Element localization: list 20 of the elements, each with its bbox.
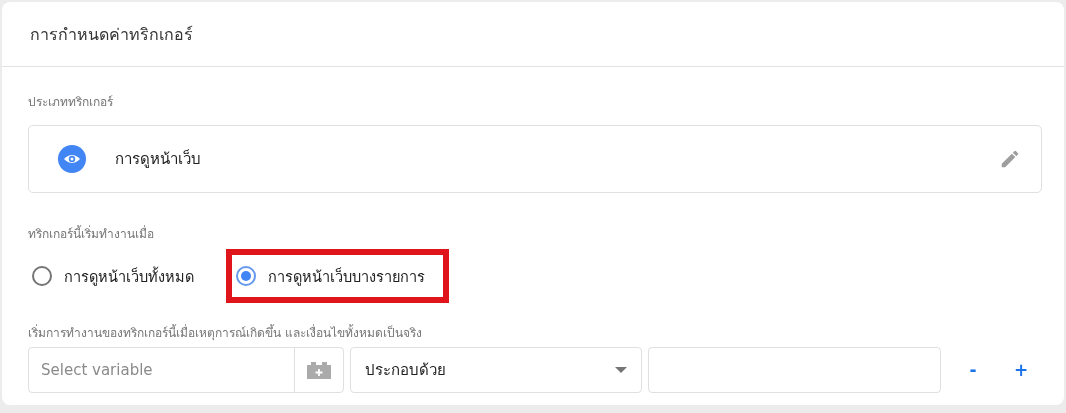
trigger-type-name: การดูหน้าเว็บ bbox=[115, 148, 202, 170]
radio-label[interactable]: การดูหน้าเว็บทั้งหมด bbox=[64, 264, 194, 288]
value-field[interactable] bbox=[648, 347, 941, 393]
operator-dropdown[interactable]: ประกอบด้วย bbox=[350, 347, 642, 393]
section-label: ประเภททริกเกอร์ bbox=[28, 94, 114, 111]
edit-icon[interactable] bbox=[999, 148, 1021, 170]
variable-field[interactable]: Select variable bbox=[28, 347, 344, 393]
panel-title: การกำหนดค่าทริกเกอร์ bbox=[30, 23, 193, 46]
section-label: ทริกเกอร์นี้เริ่มทำงานเมื่อ bbox=[28, 224, 155, 243]
eye-icon bbox=[57, 144, 87, 174]
radio-label[interactable]: การดูหน้าเว็บบางรายการ bbox=[268, 264, 425, 288]
radio-button[interactable] bbox=[32, 266, 52, 286]
trigger-type-card[interactable]: การดูหน้าเว็บ bbox=[28, 125, 1042, 193]
dropdown-caret-icon bbox=[615, 367, 627, 373]
section-label: เริ่มการทำงานของทริกเกอร์นี้เมื่อเหตุการณ์เกิดขึ้น และเงื่อนไขทั้งหมดเป็นจริง bbox=[28, 323, 423, 342]
add-condition-button[interactable]: + bbox=[1007, 360, 1035, 380]
variable-input[interactable]: Select variable bbox=[29, 348, 294, 392]
remove-condition-button[interactable]: - bbox=[959, 360, 987, 380]
add-variable-icon[interactable] bbox=[306, 361, 332, 379]
radio-button[interactable] bbox=[236, 266, 256, 286]
